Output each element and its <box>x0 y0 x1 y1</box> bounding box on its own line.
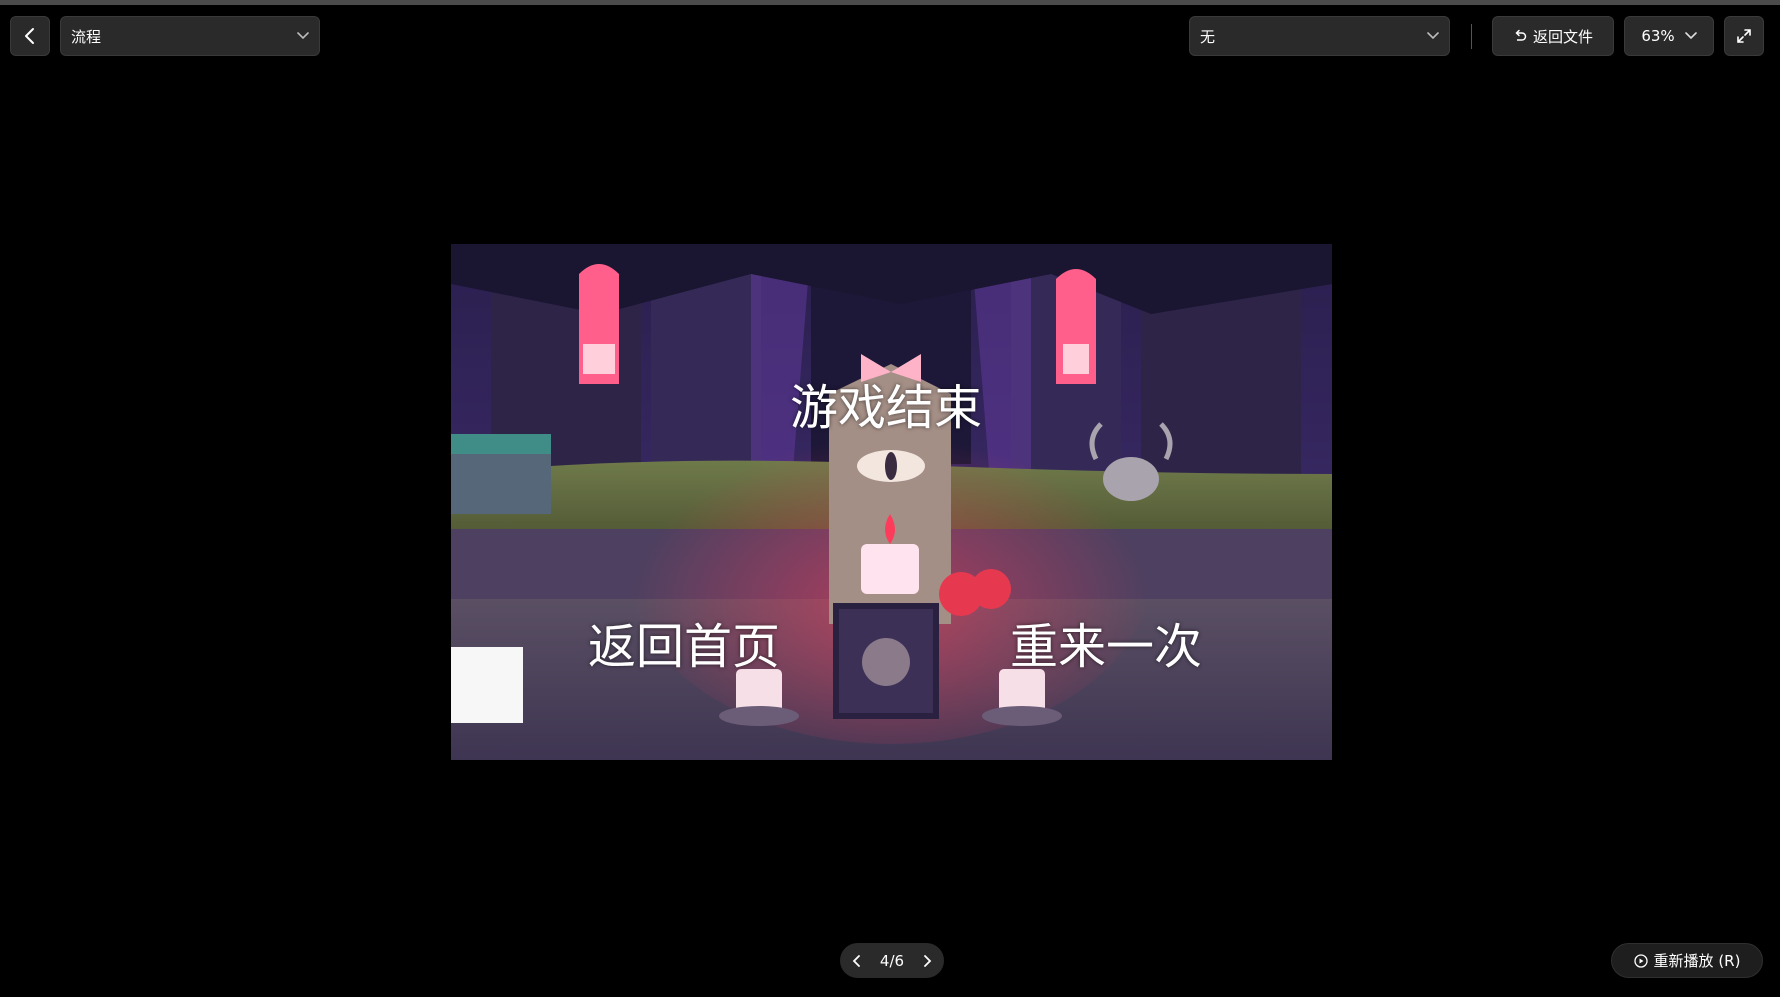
chevron-down-icon <box>1684 32 1697 40</box>
expand-icon <box>1736 28 1752 44</box>
slide-canvas: 游戏结束 返回首页 重来一次 <box>451 244 1332 760</box>
white-placeholder-block[interactable] <box>451 647 523 723</box>
flow-select[interactable]: 流程 <box>60 16 320 56</box>
return-file-label: 返回文件 <box>1532 27 1593 46</box>
undo-icon <box>1513 29 1527 43</box>
fullscreen-button[interactable] <box>1724 16 1764 56</box>
next-page-button[interactable] <box>922 954 932 968</box>
game-over-title: 游戏结束 <box>790 380 983 436</box>
flow-select-value: 流程 <box>71 27 102 46</box>
window-top-border <box>0 0 1780 5</box>
return-home-button[interactable]: 返回首页 <box>588 623 780 671</box>
chevron-left-icon <box>23 27 37 45</box>
return-file-button[interactable]: 返回文件 <box>1492 16 1614 56</box>
game-over-background-illustration <box>451 244 1332 760</box>
page-indicator: 4/6 <box>879 951 905 970</box>
zoom-select[interactable]: 63% <box>1624 16 1714 56</box>
replay-label: 重新播放 (R) <box>1653 952 1741 970</box>
transition-select[interactable]: 无 <box>1189 16 1450 56</box>
transition-select-value: 无 <box>1200 27 1216 46</box>
replay-button[interactable]: 重新播放 (R) <box>1611 943 1763 978</box>
zoom-label: 63% <box>1641 27 1675 45</box>
back-button[interactable] <box>10 16 50 56</box>
toolbar-divider <box>1471 24 1472 49</box>
retry-button[interactable]: 重来一次 <box>1010 623 1202 671</box>
prev-page-button[interactable] <box>852 954 862 968</box>
chevron-down-icon <box>1427 32 1439 40</box>
play-circle-icon <box>1633 953 1648 968</box>
chevron-left-icon <box>852 954 862 968</box>
page-navigator: 4/6 <box>840 943 944 978</box>
chevron-right-icon <box>922 954 932 968</box>
chevron-down-icon <box>297 32 309 40</box>
